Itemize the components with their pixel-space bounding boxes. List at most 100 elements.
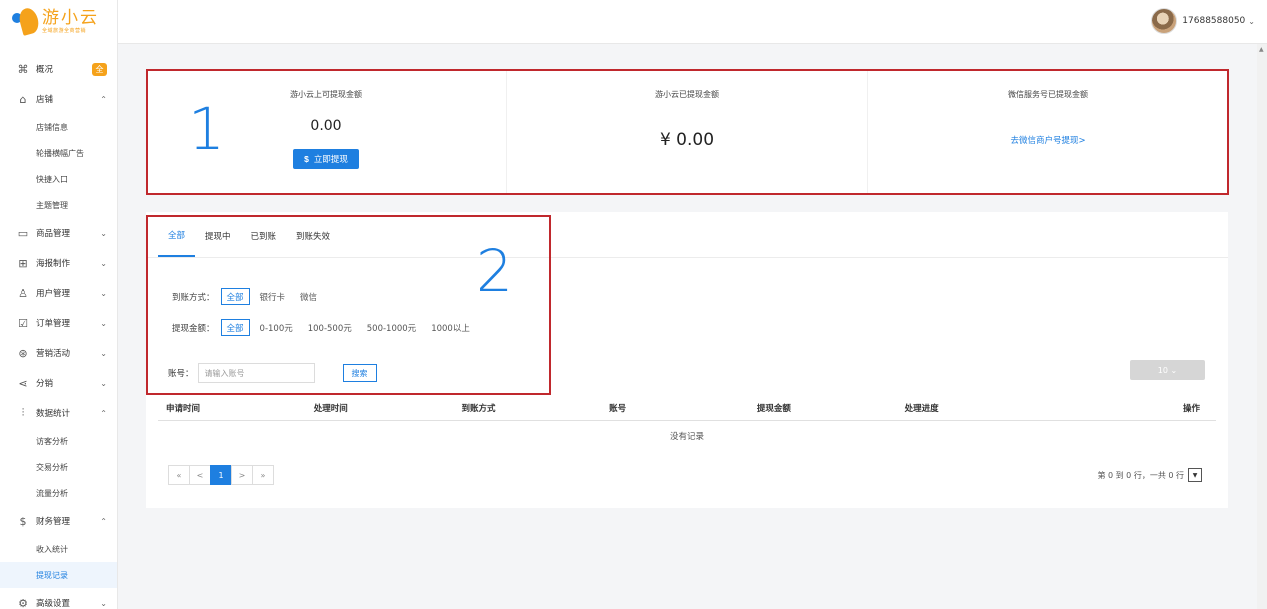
page-size-select[interactable]: 10 ⌄ (1130, 360, 1205, 380)
column-header: 操作 (1183, 403, 1201, 414)
card-amount: ¥ 0.00 (659, 130, 715, 150)
search-button[interactable]: 搜索 (342, 364, 377, 382)
username: 17688588050 (1182, 16, 1246, 26)
empty-state: 没有记录 (669, 432, 704, 442)
settings-icon: ⚙ (18, 596, 28, 609)
pager-button[interactable]: 1 (210, 465, 232, 485)
chevron-up-icon[interactable]: ⌃ (100, 95, 107, 104)
sidebar-item[interactable]: ⊞ 海报制作 ⌄ (0, 248, 117, 278)
sidebar-subitem[interactable]: 交易分析 (0, 454, 117, 480)
amount-filter: 提现金额： 全部 0-100元 100-500元 500-1000元 1000以上 (172, 319, 480, 336)
sidebar-subitem[interactable]: 店铺信息 (0, 114, 117, 140)
topbar: 17688588050 ⌄ (118, 0, 1267, 44)
sidebar-subitem[interactable]: 主题管理 (0, 192, 117, 218)
avatar[interactable] (1151, 8, 1178, 34)
account-search: 账号： 搜索 (168, 363, 377, 383)
sidebar: 游小云 全域旅游全商营销 ⌘ 概况全 ⌂ 店铺 ⌃ 店铺信息 轮播横幅广告 快捷入口 主题管理 ▭… (0, 0, 118, 609)
sidebar-item-label: 财务管理 (36, 517, 71, 527)
sidebar-nav: ⌘ 概况 全 ⌂ 店铺 ⌃ 店铺信息 轮播横幅广告 快捷入口 主题管理 ▭ 商品管理 ⌄ ⊞ 海报制作 ⌄ ♙ 用… (0, 54, 117, 609)
page-info-text: 第 0 到 0 行，一共 0 行 (1097, 470, 1184, 480)
pager-button[interactable]: < (189, 465, 211, 485)
pager-button[interactable]: « (168, 465, 190, 485)
wechat-merchant-withdraw-link[interactable]: 去微信商户号提现> (1010, 134, 1085, 146)
page-info: 第 0 到 0 行，一共 0 行 ▼ (1097, 468, 1202, 482)
sidebar-item-label: 营销活动 (36, 349, 71, 359)
chevron-down-icon[interactable]: ⌄ (100, 379, 107, 388)
dollar-icon: $ (304, 154, 309, 164)
sidebar-subitem[interactable]: 轮播横幅广告 (0, 140, 117, 166)
chevron-up-icon[interactable]: ⌃ (100, 409, 107, 418)
scroll-up-icon[interactable]: ▲ (1259, 46, 1264, 53)
sidebar-subitem[interactable]: 快捷入口 (0, 166, 117, 192)
table-header: 申请时间 处理时间 到账方式 账号 提现金额 处理进度 操作 (158, 395, 1216, 421)
chevron-down-icon[interactable]: ⌄ (100, 349, 107, 358)
account-label: 账号： (168, 369, 194, 379)
sidebar-item[interactable]: $ 财务管理 ⌃ (0, 506, 117, 536)
sidebar-item[interactable]: ♙ 用户管理 ⌄ (0, 278, 117, 308)
status-tab[interactable]: 全部 (158, 215, 196, 257)
dropdown-icon[interactable]: ▼ (1188, 468, 1202, 482)
logo-title: 游小云 (42, 8, 99, 28)
status-tab[interactable]: 到账失效 (286, 215, 340, 257)
sidebar-item[interactable]: ⫶ 数据统计 ⌃ (0, 398, 117, 428)
marketing-icon: ⊛ (18, 346, 28, 360)
sidebar-item[interactable]: ☑ 订单管理 ⌄ (0, 308, 117, 338)
pager-button[interactable]: > (231, 465, 253, 485)
status-tabs: 全部 提现中 已到账 到账失效 (146, 212, 1228, 258)
chevron-up-icon[interactable]: ⌃ (100, 517, 107, 526)
sidebar-item[interactable]: ⌂ 店铺 ⌃ (0, 84, 117, 114)
chevron-down-icon[interactable]: ⌄ (100, 599, 107, 608)
status-tab[interactable]: 已到账 (241, 215, 287, 257)
chevron-down-icon[interactable]: ⌄ (100, 289, 107, 298)
annotation-number-2: 2 (476, 237, 513, 305)
pager-button[interactable]: » (252, 465, 274, 485)
account-input[interactable] (197, 363, 315, 383)
filter-chip[interactable]: 全部 (220, 288, 250, 305)
command-icon: ⌘ (17, 62, 29, 76)
annotation-number-1: 1 (188, 95, 225, 163)
column-header: 提现金额 (756, 403, 791, 414)
amount-filter-label: 提现金额： (172, 323, 215, 334)
filter-chip[interactable]: 100-500元 (303, 319, 357, 336)
sidebar-item-label: 分销 (36, 379, 54, 389)
status-tab[interactable]: 提现中 (195, 215, 241, 257)
home-icon: ⌂ (19, 92, 27, 106)
sidebar-item-label: 商品管理 (36, 229, 71, 239)
filter-chip[interactable]: 微信 (295, 288, 322, 305)
sidebar-item[interactable]: ⊛ 营销活动 ⌄ (0, 338, 117, 368)
sidebar-subitem[interactable]: 提现记录 (0, 562, 117, 588)
sidebar-item[interactable]: ▭ 商品管理 ⌄ (0, 218, 117, 248)
card-title: 游小云上可提现金额 (290, 90, 362, 99)
sidebar-item[interactable]: ⌘ 概况 全 (0, 54, 117, 84)
chevron-down-icon[interactable]: ⌄ (100, 229, 107, 238)
sidebar-subitem[interactable]: 收入统计 (0, 536, 117, 562)
chevron-down-icon[interactable]: ⌄ (100, 319, 107, 328)
sidebar-item-label: 店铺 (36, 95, 54, 105)
filter-chip[interactable]: 1000以上 (426, 319, 475, 336)
card-title: 游小云已提现金额 (655, 90, 719, 99)
page-size-value: 10 (1157, 365, 1168, 375)
chevron-down-icon: ⌄ (1170, 365, 1178, 375)
withdraw-now-button[interactable]: $ 立即提现 (293, 149, 359, 169)
sidebar-badge: 全 (92, 62, 107, 76)
filter-chip[interactable]: 全部 (220, 319, 250, 336)
chevron-down-icon[interactable]: ⌄ (100, 259, 107, 268)
filter-chip[interactable]: 银行卡 (255, 288, 291, 305)
card-title: 微信服务号已提现金额 (1008, 90, 1088, 99)
calendar-icon: ▭ (17, 226, 29, 240)
sidebar-item[interactable]: ⋖ 分销 ⌄ (0, 368, 117, 398)
sidebar-subitem[interactable]: 流量分析 (0, 480, 117, 506)
sidebar-item-label: 用户管理 (36, 289, 71, 299)
map-icon: ⊞ (18, 256, 28, 270)
sidebar-item-label: 海报制作 (36, 259, 71, 269)
column-header: 账号 (609, 403, 627, 414)
vertical-scrollbar[interactable]: ▲ (1257, 44, 1267, 609)
sidebar-subitem[interactable]: 访客分析 (0, 428, 117, 454)
filter-chip[interactable]: 0-100元 (255, 319, 298, 336)
logo[interactable]: 游小云 全域旅游全商营销 (0, 0, 117, 44)
order-check-icon: ☑ (18, 316, 28, 330)
sidebar-item[interactable]: ⚙ 高级设置 ⌄ (0, 588, 117, 609)
filter-chip[interactable]: 500-1000元 (362, 319, 421, 336)
sidebar-item-label: 高级设置 (36, 599, 71, 609)
user-menu[interactable]: 17688588050 ⌄ (1151, 8, 1255, 34)
